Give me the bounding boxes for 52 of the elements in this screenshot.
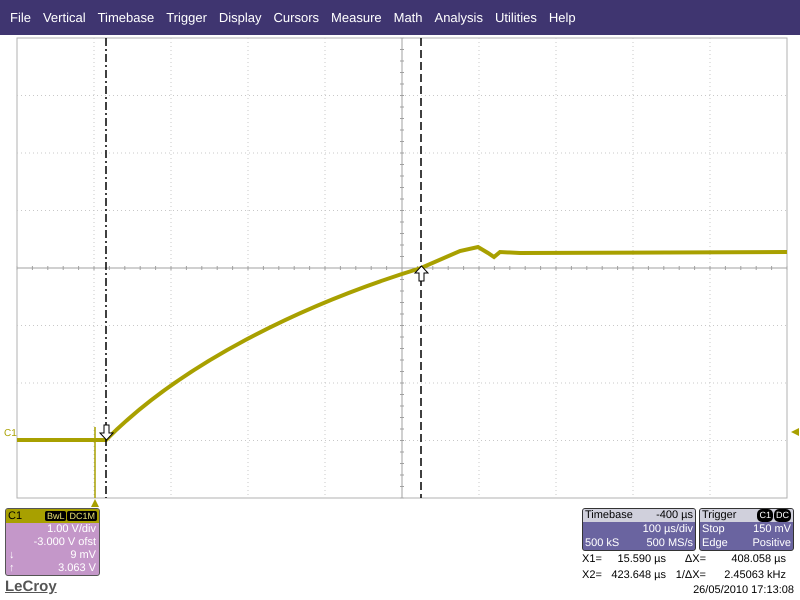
trigger-panel[interactable]: Trigger C1 DC Stop 150 mV Edge Positive: [699, 508, 794, 551]
arrow-symbol: ↑: [9, 562, 14, 575]
readout-value: 423.648 µs: [610, 568, 666, 583]
menu-item[interactable]: Help: [542, 10, 582, 25]
trigger-line: [94, 427, 96, 498]
timestamp: 26/05/2010 17:13:08: [693, 584, 794, 596]
trigger-level-icon: [791, 428, 799, 436]
delay-value: -400 µs: [656, 509, 693, 522]
readout-value: 2.45063 kHz: [723, 568, 786, 583]
cursor-arrow-icon[interactable]: [414, 265, 430, 282]
channel-badge: DC1M: [67, 511, 97, 521]
readout-label: X2=: [582, 568, 603, 583]
channel-panel[interactable]: C1 BwL DC1M 1.00 V/div -3.000 V ofst ↓ 9 mV ↑ 3.063 V: [5, 508, 100, 576]
trigger-badge: C1: [757, 509, 773, 522]
level-value: 9 mV: [70, 549, 96, 562]
menu-item[interactable]: Cursors: [268, 10, 326, 25]
arrow-symbol: ↓: [9, 549, 14, 562]
sample-count: 500 kS: [585, 536, 620, 550]
menu-item[interactable]: Measure: [325, 10, 388, 25]
menu-item[interactable]: Analysis: [428, 10, 489, 25]
trigger-type: Edge: [702, 536, 728, 550]
readout-value: 408.058 µs: [730, 552, 786, 567]
cursor-line[interactable]: [105, 38, 107, 498]
trigger-level: 150 mV: [753, 522, 791, 536]
menu-item[interactable]: Trigger: [160, 10, 213, 25]
level-value: 3.063 V: [58, 562, 96, 575]
panel-title: Timebase: [585, 509, 633, 522]
volts-per-div: 1.00 V/div: [47, 523, 96, 536]
menu-item[interactable]: Utilities: [488, 10, 543, 25]
panel-title: Trigger: [702, 509, 736, 522]
readout-label: X1=: [582, 552, 603, 567]
offset-value: -3.000 V ofst: [34, 536, 96, 549]
cursor-arrow-icon[interactable]: [98, 424, 114, 441]
trigger-badge: DC: [774, 509, 791, 522]
menu-item[interactable]: Timebase: [92, 10, 160, 25]
logo: LeCroy: [5, 578, 57, 595]
channel-badge: BwL: [44, 511, 66, 521]
cursor-line[interactable]: [420, 38, 422, 498]
menu-item[interactable]: Vertical: [36, 10, 92, 25]
time-per-div: 100 µs/div: [642, 522, 693, 536]
menu-item[interactable]: Display: [212, 10, 268, 25]
trigger-slope: Positive: [752, 536, 791, 550]
menu-item[interactable]: File: [4, 10, 37, 25]
channel-name: C1: [8, 510, 22, 522]
sample-rate: 500 MS/s: [646, 536, 693, 550]
readout-value: 15.590 µs: [616, 552, 666, 567]
trigger-mode: Stop: [702, 522, 725, 536]
readout-label: 1/ΔX=: [674, 568, 706, 583]
readout-label: ΔX=: [684, 552, 706, 567]
timebase-panel[interactable]: Timebase -400 µs 100 µs/div 500 kS 500 MS/s: [582, 508, 696, 551]
menu-item[interactable]: Math: [388, 10, 429, 25]
channel-marker: C1: [4, 428, 17, 439]
